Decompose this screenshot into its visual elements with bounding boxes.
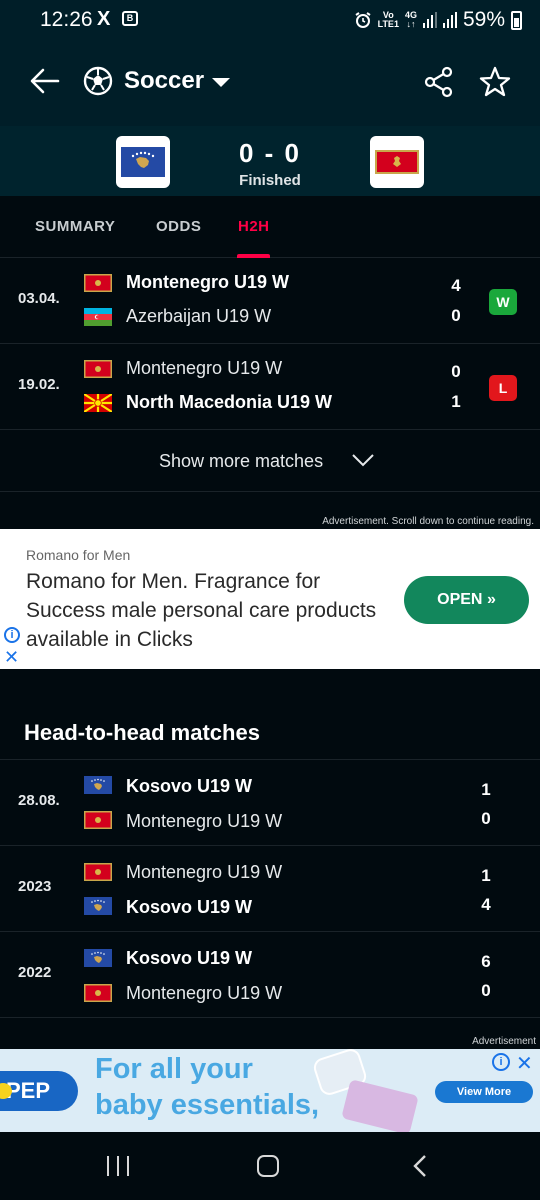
home-team-crest[interactable]: [116, 136, 170, 188]
ad-headline-line1: For all your: [95, 1053, 253, 1085]
team-score: 1: [451, 392, 461, 411]
match-row[interactable]: 28.08. Kosovo U19 W 1 Montenegro U19 W 0: [0, 760, 540, 846]
team-name: Montenegro U19 W: [126, 358, 283, 378]
montenegro-flag-icon: [84, 811, 112, 829]
team-score: 4: [481, 895, 491, 914]
tab-bar: SUMMARY ODDS H2H: [0, 196, 540, 258]
team-score: 1: [481, 780, 491, 799]
team-score: 0: [481, 809, 491, 828]
ad-banner[interactable]: Romano for Men Romano for Men. Fragrance…: [0, 529, 540, 669]
show-more-button[interactable]: Show more matches: [0, 430, 540, 492]
team-score: 1: [481, 866, 491, 885]
montenegro-flag-icon: [375, 150, 419, 174]
tab-odds[interactable]: ODDS: [156, 218, 201, 235]
ad-close-icon[interactable]: ✕: [516, 1051, 533, 1076]
volte-icon: Vo LTE1: [377, 10, 399, 29]
double-chevron-right-icon: »: [486, 591, 496, 608]
team-name: Kosovo U19 W: [126, 948, 253, 968]
star-icon[interactable]: [478, 65, 512, 99]
kosovo-flag-icon: [84, 949, 112, 967]
match-row[interactable]: 2022 Kosovo U19 W 6 Montenegro U19 W 0: [0, 932, 540, 1018]
kosovo-flag-icon: [121, 147, 165, 177]
team-score: 0: [451, 306, 461, 325]
ad-close-icon[interactable]: ✕: [4, 647, 19, 668]
match-date: 28.08.: [18, 792, 60, 809]
match-date: 19.02.: [18, 376, 60, 393]
match-score: 0 - 0: [238, 138, 302, 168]
home-icon[interactable]: [257, 1155, 279, 1177]
ad-notice: Advertisement: [472, 1036, 536, 1047]
ad-info-icon[interactable]: i: [4, 627, 20, 643]
montenegro-flag-icon: [84, 984, 112, 1002]
win-badge: W: [489, 289, 517, 315]
pep-logo: PEP: [0, 1071, 78, 1111]
battery-percent: 59%: [462, 8, 505, 31]
ad-text: Romano for Men. Fragrance for Success ma…: [26, 570, 377, 651]
team-score: 0: [481, 981, 491, 1000]
team-name: North Macedonia U19 W: [126, 392, 333, 412]
signal-icon-1: [422, 12, 437, 28]
loss-badge: L: [489, 375, 517, 401]
team-name: Montenegro U19 W: [126, 811, 283, 831]
system-nav-bar: [0, 1132, 540, 1200]
chevron-down-icon: [352, 454, 374, 467]
battery-icon: [511, 10, 522, 30]
match-row[interactable]: 2023 Montenegro U19 W 1 Kosovo U19 W 4: [0, 846, 540, 932]
alarm-icon: [355, 12, 371, 28]
signal-icon-2: [442, 12, 457, 28]
match-date: 2023: [18, 878, 52, 895]
section-title: Head-to-head matches: [24, 720, 260, 745]
north-macedonia-flag-icon: [84, 394, 112, 412]
team-name: Montenegro U19 W: [126, 983, 283, 1003]
kosovo-flag-icon: [84, 776, 112, 794]
status-bar: 12:26 X B Vo LTE1 4G ↓↑ 59%: [0, 0, 540, 40]
team-name: Azerbaijan U19 W: [126, 306, 272, 326]
message-icon: B: [122, 11, 138, 26]
azerbaijan-flag-icon: [84, 308, 112, 326]
back-icon[interactable]: [410, 1154, 430, 1178]
match-row[interactable]: 19.02. Montenegro U19 W 0 North Macedoni…: [0, 344, 540, 430]
status-icons: Vo LTE1 4G ↓↑ 59%: [354, 8, 522, 32]
status-time: 12:26: [40, 8, 93, 31]
team-name: Kosovo U19 W: [126, 897, 253, 917]
caret-down-icon[interactable]: [212, 78, 230, 87]
arrow-left-icon[interactable]: [28, 64, 62, 98]
team-name: Montenegro U19 W: [126, 272, 290, 292]
soccer-ball-icon: [83, 66, 113, 96]
view-more-button[interactable]: View More: [435, 1081, 533, 1103]
app-header: Soccer: [0, 40, 540, 126]
match-header: 0 - 0 Finished: [0, 126, 540, 196]
match-date: 2022: [18, 964, 52, 981]
montenegro-flag-icon: [84, 863, 112, 881]
montenegro-flag-icon: [84, 360, 112, 378]
x-app-icon: X: [97, 8, 111, 30]
ad-banner-pep[interactable]: PEP For all your baby essentials, View M…: [0, 1049, 540, 1132]
team-name: Montenegro U19 W: [126, 862, 283, 882]
share-icon[interactable]: [423, 66, 455, 98]
tab-summary[interactable]: SUMMARY: [35, 218, 115, 235]
network-4g-icon: 4G ↓↑: [404, 10, 417, 29]
recent-apps-icon[interactable]: [107, 1156, 129, 1176]
team-score: 0: [451, 362, 461, 381]
away-team-crest[interactable]: [370, 136, 424, 188]
montenegro-flag-icon: [84, 274, 112, 292]
ad-advertiser: Romano for Men: [26, 547, 131, 563]
match-status: Finished: [239, 172, 301, 189]
ad-headline-line2: baby essentials,: [95, 1089, 320, 1121]
show-more-label: Show more matches: [159, 451, 324, 471]
tab-h2h[interactable]: H2H: [238, 218, 270, 235]
match-row[interactable]: 03.04. Montenegro U19 W 4 Azerbaijan U19…: [0, 258, 540, 344]
baby-product-image: [341, 1079, 419, 1132]
match-date: 03.04.: [18, 290, 60, 307]
team-score: 6: [481, 952, 491, 971]
team-score: 4: [451, 276, 461, 295]
sport-selector[interactable]: Soccer: [124, 67, 204, 95]
team-name: Kosovo U19 W: [126, 776, 253, 796]
kosovo-flag-icon: [84, 897, 112, 915]
ad-info-icon[interactable]: i: [492, 1053, 510, 1071]
ad-open-button[interactable]: OPEN »: [404, 576, 529, 624]
ad-notice: Advertisement. Scroll down to continue r…: [322, 516, 534, 527]
